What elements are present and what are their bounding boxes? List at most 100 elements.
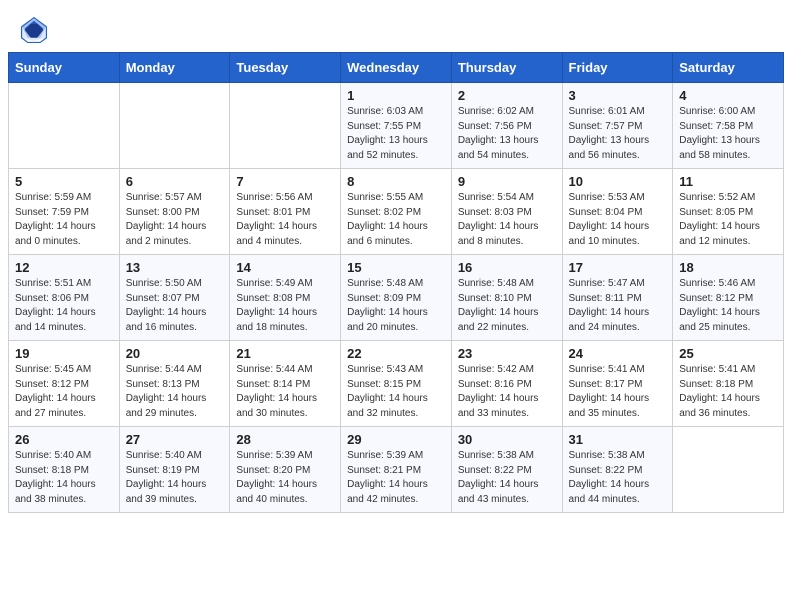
calendar-week-row: 1 Sunrise: 6:03 AM Sunset: 7:55 PM Daylig… [9, 83, 784, 169]
calendar-week-row: 19Sunrise: 5:45 AM Sunset: 8:12 PM Dayli… [9, 341, 784, 427]
calendar-cell: 2 Sunrise: 6:02 AM Sunset: 7:56 PM Daylig… [451, 83, 562, 169]
calendar-cell: 15 Sunrise: 5:48 AM Sunset: 8:09 PM Dayli… [341, 255, 452, 341]
calendar-cell: 31 Sunrise: 5:38 AM Sunset: 8:22 PM Dayli… [562, 427, 673, 513]
day-info: Sunrise: 5:43 AM Sunset: 8:15 PM Dayligh… [347, 363, 445, 421]
calendar-cell: 26Sunrise: 5:40 AM Sunset: 8:18 PM Dayli… [9, 427, 120, 513]
day-of-week-sunday: Sunday [9, 53, 120, 83]
day-number: 22 [347, 346, 445, 361]
calendar-cell [230, 83, 341, 169]
day-of-week-tuesday: Tuesday [230, 53, 341, 83]
day-number: 17 [569, 260, 667, 275]
calendar-cell: 3Sunrise: 6:01 AM Sunset: 7:57 PM Daylig… [562, 83, 673, 169]
day-number: 23 [458, 346, 556, 361]
calendar-cell: 17Sunrise: 5:47 AM Sunset: 8:11 PM Dayli… [562, 255, 673, 341]
day-number: 16 [458, 260, 556, 275]
day-of-week-monday: Monday [119, 53, 230, 83]
day-info: Sunrise: 5:38 AM Sunset: 8:22 PM Dayligh… [458, 449, 556, 507]
day-number: 1 [347, 88, 445, 103]
day-info: Sunrise: 5:50 AM Sunset: 8:07 PM Dayligh… [126, 277, 224, 335]
day-number: 18 [679, 260, 777, 275]
day-of-week-wednesday: Wednesday [341, 53, 452, 83]
day-of-week-saturday: Saturday [673, 53, 784, 83]
calendar-cell: 12Sunrise: 5:51 AM Sunset: 8:06 PM Dayli… [9, 255, 120, 341]
day-of-week-thursday: Thursday [451, 53, 562, 83]
calendar-cell [119, 83, 230, 169]
day-number: 2 [458, 88, 556, 103]
day-info: Sunrise: 5:38 AM Sunset: 8:22 PM Dayligh… [569, 449, 667, 507]
day-info: Sunrise: 5:49 AM Sunset: 8:08 PM Dayligh… [236, 277, 334, 335]
calendar-cell: 28 Sunrise: 5:39 AM Sunset: 8:20 PM Dayli… [230, 427, 341, 513]
day-number: 15 [347, 260, 445, 275]
calendar-cell: 24 Sunrise: 5:41 AM Sunset: 8:17 PM Dayli… [562, 341, 673, 427]
calendar-body: 1 Sunrise: 6:03 AM Sunset: 7:55 PM Daylig… [9, 83, 784, 513]
calendar-cell: 27Sunrise: 5:40 AM Sunset: 8:19 PM Dayli… [119, 427, 230, 513]
calendar-cell: 1 Sunrise: 6:03 AM Sunset: 7:55 PM Daylig… [341, 83, 452, 169]
day-number: 24 [569, 346, 667, 361]
day-info: Sunrise: 5:59 AM Sunset: 7:59 PM Dayligh… [15, 191, 113, 249]
calendar-cell: 30 Sunrise: 5:38 AM Sunset: 8:22 PM Dayli… [451, 427, 562, 513]
day-info: Sunrise: 5:42 AM Sunset: 8:16 PM Dayligh… [458, 363, 556, 421]
calendar-cell: 4 Sunrise: 6:00 AM Sunset: 7:58 PM Daylig… [673, 83, 784, 169]
day-number: 31 [569, 432, 667, 447]
calendar-cell: 18 Sunrise: 5:46 AM Sunset: 8:12 PM Dayli… [673, 255, 784, 341]
day-info: Sunrise: 5:51 AM Sunset: 8:06 PM Dayligh… [15, 277, 113, 335]
day-info: Sunrise: 6:03 AM Sunset: 7:55 PM Dayligh… [347, 105, 445, 163]
day-info: Sunrise: 5:46 AM Sunset: 8:12 PM Dayligh… [679, 277, 777, 335]
calendar-cell: 10 Sunrise: 5:53 AM Sunset: 8:04 PM Dayli… [562, 169, 673, 255]
calendar-cell: 5 Sunrise: 5:59 AM Sunset: 7:59 PM Daylig… [9, 169, 120, 255]
day-info: Sunrise: 5:44 AM Sunset: 8:13 PM Dayligh… [126, 363, 224, 421]
calendar-week-row: 26Sunrise: 5:40 AM Sunset: 8:18 PM Dayli… [9, 427, 784, 513]
day-number: 7 [236, 174, 334, 189]
day-number: 4 [679, 88, 777, 103]
day-info: Sunrise: 5:52 AM Sunset: 8:05 PM Dayligh… [679, 191, 777, 249]
day-number: 21 [236, 346, 334, 361]
day-info: Sunrise: 6:02 AM Sunset: 7:56 PM Dayligh… [458, 105, 556, 163]
logo-icon [20, 16, 48, 44]
day-info: Sunrise: 6:00 AM Sunset: 7:58 PM Dayligh… [679, 105, 777, 163]
calendar-cell: 7 Sunrise: 5:56 AM Sunset: 8:01 PM Daylig… [230, 169, 341, 255]
calendar-cell: 14 Sunrise: 5:49 AM Sunset: 8:08 PM Dayli… [230, 255, 341, 341]
day-number: 11 [679, 174, 777, 189]
day-info: Sunrise: 5:41 AM Sunset: 8:18 PM Dayligh… [679, 363, 777, 421]
day-info: Sunrise: 5:41 AM Sunset: 8:17 PM Dayligh… [569, 363, 667, 421]
calendar-cell: 13Sunrise: 5:50 AM Sunset: 8:07 PM Dayli… [119, 255, 230, 341]
calendar-cell: 23 Sunrise: 5:42 AM Sunset: 8:16 PM Dayli… [451, 341, 562, 427]
calendar-cell [9, 83, 120, 169]
day-number: 14 [236, 260, 334, 275]
day-info: Sunrise: 5:55 AM Sunset: 8:02 PM Dayligh… [347, 191, 445, 249]
calendar-cell: 16 Sunrise: 5:48 AM Sunset: 8:10 PM Dayli… [451, 255, 562, 341]
calendar-cell: 29 Sunrise: 5:39 AM Sunset: 8:21 PM Dayli… [341, 427, 452, 513]
day-info: Sunrise: 5:57 AM Sunset: 8:00 PM Dayligh… [126, 191, 224, 249]
day-number: 25 [679, 346, 777, 361]
day-number: 8 [347, 174, 445, 189]
calendar-cell: 25 Sunrise: 5:41 AM Sunset: 8:18 PM Dayli… [673, 341, 784, 427]
day-number: 5 [15, 174, 113, 189]
day-info: Sunrise: 5:56 AM Sunset: 8:01 PM Dayligh… [236, 191, 334, 249]
day-number: 26 [15, 432, 113, 447]
day-number: 30 [458, 432, 556, 447]
calendar-table: SundayMondayTuesdayWednesdayThursdayFrid… [8, 52, 784, 513]
day-info: Sunrise: 5:53 AM Sunset: 8:04 PM Dayligh… [569, 191, 667, 249]
calendar-cell: 19Sunrise: 5:45 AM Sunset: 8:12 PM Dayli… [9, 341, 120, 427]
calendar-cell: 9Sunrise: 5:54 AM Sunset: 8:03 PM Daylig… [451, 169, 562, 255]
day-info: Sunrise: 5:48 AM Sunset: 8:09 PM Dayligh… [347, 277, 445, 335]
days-of-week-row: SundayMondayTuesdayWednesdayThursdayFrid… [9, 53, 784, 83]
day-info: Sunrise: 5:39 AM Sunset: 8:20 PM Dayligh… [236, 449, 334, 507]
calendar-cell: 20Sunrise: 5:44 AM Sunset: 8:13 PM Dayli… [119, 341, 230, 427]
page-header [0, 0, 792, 52]
day-info: Sunrise: 5:44 AM Sunset: 8:14 PM Dayligh… [236, 363, 334, 421]
day-info: Sunrise: 5:39 AM Sunset: 8:21 PM Dayligh… [347, 449, 445, 507]
day-number: 28 [236, 432, 334, 447]
calendar-cell: 6Sunrise: 5:57 AM Sunset: 8:00 PM Daylig… [119, 169, 230, 255]
calendar-cell: 8 Sunrise: 5:55 AM Sunset: 8:02 PM Daylig… [341, 169, 452, 255]
day-info: Sunrise: 5:54 AM Sunset: 8:03 PM Dayligh… [458, 191, 556, 249]
calendar-week-row: 12Sunrise: 5:51 AM Sunset: 8:06 PM Dayli… [9, 255, 784, 341]
calendar-header: SundayMondayTuesdayWednesdayThursdayFrid… [9, 53, 784, 83]
logo [20, 16, 52, 44]
calendar-cell: 11 Sunrise: 5:52 AM Sunset: 8:05 PM Dayli… [673, 169, 784, 255]
day-info: Sunrise: 5:48 AM Sunset: 8:10 PM Dayligh… [458, 277, 556, 335]
day-number: 29 [347, 432, 445, 447]
day-info: Sunrise: 6:01 AM Sunset: 7:57 PM Dayligh… [569, 105, 667, 163]
day-number: 10 [569, 174, 667, 189]
day-of-week-friday: Friday [562, 53, 673, 83]
